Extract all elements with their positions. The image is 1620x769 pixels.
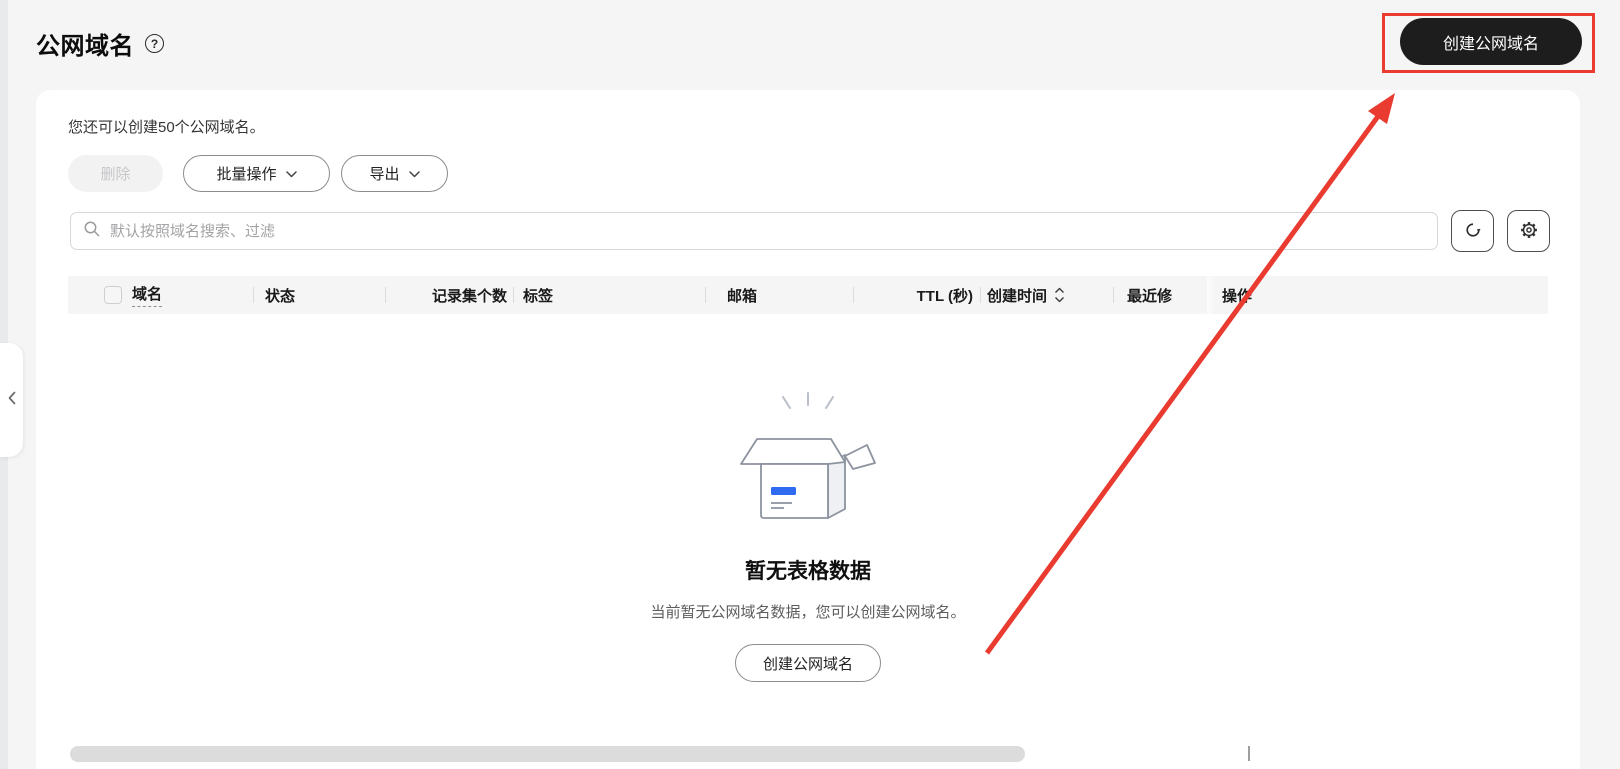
empty-state: 暂无表格数据 当前暂无公网域名数据，您可以创建公网域名。 创建公网域名 — [68, 392, 1548, 682]
refresh-button[interactable] — [1451, 210, 1494, 252]
search-icon — [83, 220, 101, 243]
column-created-at: 创建时间 — [980, 276, 1113, 314]
empty-description: 当前暂无公网域名数据，您可以创建公网域名。 — [68, 601, 1548, 622]
page-header: 公网域名 ? — [36, 26, 164, 61]
sidebar-collapse-handle[interactable] — [0, 343, 23, 457]
help-icon[interactable]: ? — [145, 34, 164, 53]
column-ttl: TTL (秒) — [853, 276, 980, 314]
refresh-icon — [1463, 220, 1483, 243]
select-all-cell — [68, 276, 132, 314]
toolbar: 删除 批量操作 导出 — [68, 155, 448, 192]
delete-button[interactable]: 删除 — [68, 155, 163, 192]
chevron-down-icon — [409, 165, 420, 182]
content-panel: 您还可以创建50个公网域名。 删除 批量操作 导出 — [36, 90, 1580, 769]
column-modified-at: 最近修 — [1113, 276, 1207, 314]
table-settings-button[interactable] — [1507, 210, 1550, 252]
create-public-zone-empty-button[interactable]: 创建公网域名 — [735, 644, 881, 682]
batch-actions-button[interactable]: 批量操作 — [183, 155, 330, 192]
search-box[interactable] — [70, 212, 1438, 250]
batch-actions-label: 批量操作 — [216, 163, 276, 184]
sort-icon[interactable] — [1054, 287, 1065, 303]
column-email: 邮箱 — [705, 276, 853, 314]
search-input[interactable] — [110, 223, 1425, 240]
chevron-down-icon — [286, 165, 297, 182]
column-domain: 域名 — [132, 276, 253, 314]
table-header: 域名 状态 记录集个数 标签 邮箱 TTL (秒) 创建时间 最近修 操作 — [68, 276, 1548, 314]
export-button[interactable]: 导出 — [341, 155, 448, 192]
column-created-at-label: 创建时间 — [987, 285, 1047, 306]
chevron-left-icon — [8, 391, 16, 410]
fixed-column-divider — [1248, 746, 1250, 761]
quota-text: 您还可以创建50个公网域名。 — [68, 116, 265, 137]
column-status: 状态 — [253, 276, 385, 314]
page-title: 公网域名 — [36, 26, 134, 61]
export-label: 导出 — [369, 163, 399, 184]
gear-icon — [1519, 220, 1539, 243]
horizontal-scrollbar-thumb[interactable] — [70, 746, 1025, 762]
column-tags: 标签 — [513, 276, 705, 314]
select-all-checkbox[interactable] — [104, 286, 122, 304]
column-recordsets: 记录集个数 — [385, 276, 513, 314]
column-actions: 操作 — [1207, 276, 1548, 314]
column-domain-label[interactable]: 域名 — [132, 283, 162, 307]
empty-box-icon — [733, 507, 883, 524]
empty-title: 暂无表格数据 — [68, 555, 1548, 585]
create-public-zone-button[interactable]: 创建公网域名 — [1400, 18, 1582, 65]
